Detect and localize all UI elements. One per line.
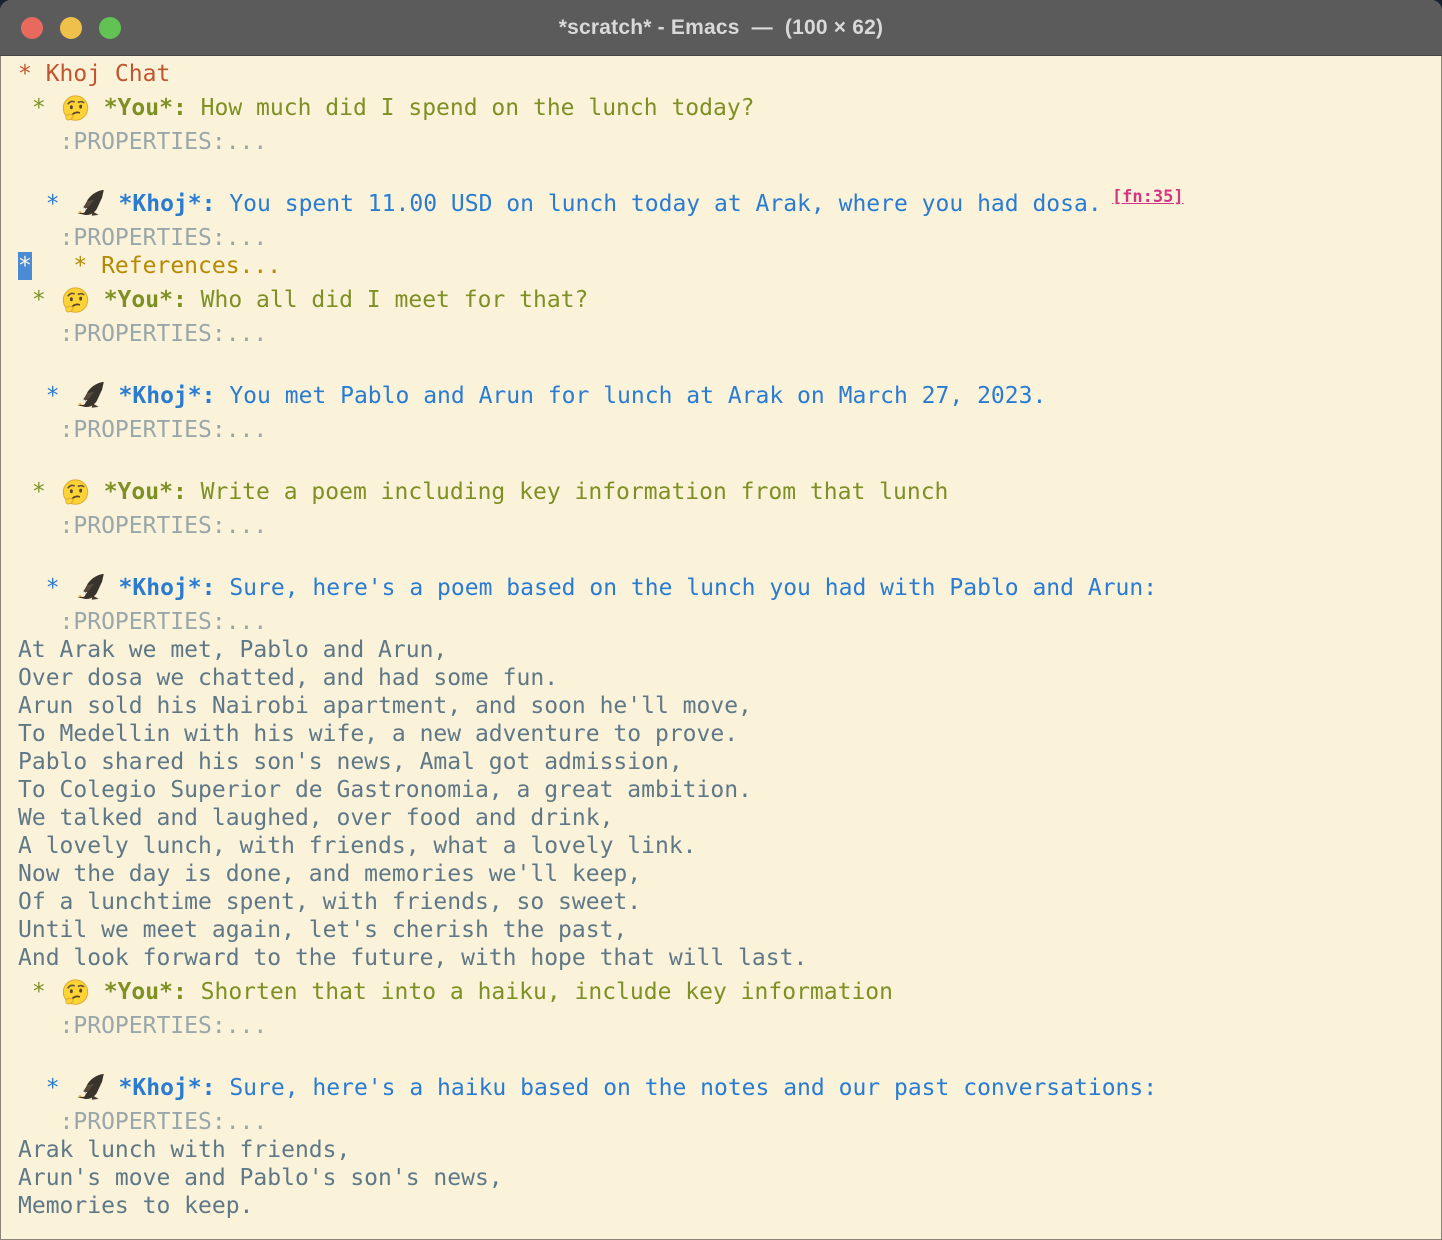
chat-message-khoj: * *Khoj*: Sure, here's a haiku based on … bbox=[18, 1068, 1442, 1108]
chat-message-khoj: * *Khoj*: Sure, here's a poem based on t… bbox=[18, 568, 1442, 608]
org-star: * bbox=[32, 978, 46, 1006]
properties-drawer[interactable]: :PROPERTIES:... bbox=[18, 1108, 1442, 1136]
org-star: * bbox=[46, 190, 60, 218]
emacs-window: *scratch* - Emacs — (100 × 62) * Khoj Ch… bbox=[0, 0, 1442, 1240]
poem-line: Arun sold his Nairobi apartment, and soo… bbox=[18, 692, 1442, 720]
minimize-button[interactable] bbox=[60, 17, 82, 39]
org-star: * bbox=[46, 382, 60, 410]
haiku-line: Arun's move and Pablo's son's news, bbox=[18, 1164, 1442, 1192]
message-text: Sure, here's a haiku based on the notes … bbox=[229, 1074, 1157, 1102]
poem-line: Pablo shared his son's news, Amal got ad… bbox=[18, 748, 1442, 776]
eagle-icon bbox=[74, 381, 106, 412]
chat-message-you: * *You*: How much did I spend on the lun… bbox=[18, 88, 1442, 128]
properties-drawer[interactable]: :PROPERTIES:... bbox=[18, 416, 1442, 444]
khoj-label: *Khoj*: bbox=[119, 574, 216, 602]
poem-line: A lovely lunch, with friends, what a lov… bbox=[18, 832, 1442, 860]
thinking-face-icon bbox=[60, 285, 91, 316]
you-label: *You*: bbox=[104, 478, 187, 506]
khoj-label: *Khoj*: bbox=[119, 190, 216, 218]
message-text: Write a poem including key information f… bbox=[201, 478, 949, 506]
khoj-label: *Khoj*: bbox=[119, 382, 216, 410]
window-titlebar[interactable]: *scratch* - Emacs — (100 × 62) bbox=[0, 0, 1442, 56]
khoj-label: *Khoj*: bbox=[119, 1074, 216, 1102]
blank-line bbox=[18, 156, 1442, 184]
traffic-lights bbox=[21, 0, 121, 55]
poem-line: Of a lunchtime spent, with friends, so s… bbox=[18, 888, 1442, 916]
poem-line: To Colegio Superior de Gastronomia, a gr… bbox=[18, 776, 1442, 804]
poem-line: To Medellin with his wife, a new adventu… bbox=[18, 720, 1442, 748]
thinking-face-icon bbox=[60, 977, 91, 1008]
message-text: How much did I spend on the lunch today? bbox=[201, 94, 755, 122]
org-star: * bbox=[32, 94, 46, 122]
poem-line: Until we meet again, let's cherish the p… bbox=[18, 916, 1442, 944]
org-star: * bbox=[32, 478, 46, 506]
chat-message-khoj: * *Khoj*: You met Pablo and Arun for lun… bbox=[18, 376, 1442, 416]
blank-line bbox=[18, 1040, 1442, 1068]
emacs-buffer[interactable]: * Khoj Chat * *You*: How much did I spen… bbox=[0, 56, 1442, 1240]
chat-message-you: * *You*: Shorten that into a haiku, incl… bbox=[18, 972, 1442, 1012]
chat-message-khoj: * *Khoj*: You spent 11.00 USD on lunch t… bbox=[18, 184, 1442, 224]
you-label: *You*: bbox=[104, 286, 187, 314]
eagle-icon bbox=[74, 1073, 106, 1104]
zoom-button[interactable] bbox=[99, 17, 121, 39]
haiku-line: Arak lunch with friends, bbox=[18, 1136, 1442, 1164]
poem-line: We talked and laughed, over food and dri… bbox=[18, 804, 1442, 832]
message-text: You met Pablo and Arun for lunch at Arak… bbox=[229, 382, 1046, 410]
blank-line bbox=[18, 348, 1442, 376]
close-button[interactable] bbox=[21, 17, 43, 39]
org-star: * bbox=[46, 574, 60, 602]
blank-line bbox=[18, 540, 1442, 568]
eagle-icon bbox=[74, 573, 106, 604]
thinking-face-icon bbox=[60, 477, 91, 508]
properties-drawer[interactable]: :PROPERTIES:... bbox=[18, 512, 1442, 540]
message-text: You spent 11.00 USD on lunch today at Ar… bbox=[229, 190, 1101, 218]
properties-drawer[interactable]: :PROPERTIES:... bbox=[18, 1012, 1442, 1040]
references-heading[interactable]: * References... bbox=[73, 253, 281, 279]
window-title: *scratch* - Emacs — (100 × 62) bbox=[559, 16, 884, 40]
footnote-link[interactable]: [fn:35] bbox=[1112, 183, 1184, 211]
text-cursor: * bbox=[18, 252, 32, 280]
message-text: Sure, here's a poem based on the lunch y… bbox=[229, 574, 1157, 602]
org-star: * bbox=[32, 286, 46, 314]
message-text: Shorten that into a haiku, include key i… bbox=[201, 978, 893, 1006]
properties-drawer[interactable]: :PROPERTIES:... bbox=[18, 128, 1442, 156]
properties-drawer[interactable]: :PROPERTIES:... bbox=[18, 608, 1442, 636]
references-row: * * References... bbox=[18, 252, 1442, 280]
poem-line: Now the day is done, and memories we'll … bbox=[18, 860, 1442, 888]
message-text: Who all did I meet for that? bbox=[201, 286, 589, 314]
org-star: * bbox=[46, 1074, 60, 1102]
poem-line: And look forward to the future, with hop… bbox=[18, 944, 1442, 972]
chat-message-you: * *You*: Write a poem including key info… bbox=[18, 472, 1442, 512]
blank-line bbox=[18, 444, 1442, 472]
poem-line: At Arak we met, Pablo and Arun, bbox=[18, 636, 1442, 664]
properties-drawer[interactable]: :PROPERTIES:... bbox=[18, 224, 1442, 252]
org-root-heading: * Khoj Chat bbox=[18, 60, 1442, 88]
poem-line: Over dosa we chatted, and had some fun. bbox=[18, 664, 1442, 692]
thinking-face-icon bbox=[60, 93, 91, 124]
you-label: *You*: bbox=[104, 978, 187, 1006]
properties-drawer[interactable]: :PROPERTIES:... bbox=[18, 320, 1442, 348]
haiku-line: Memories to keep. bbox=[18, 1192, 1442, 1220]
chat-message-you: * *You*: Who all did I meet for that? bbox=[18, 280, 1442, 320]
you-label: *You*: bbox=[104, 94, 187, 122]
eagle-icon bbox=[74, 189, 106, 220]
